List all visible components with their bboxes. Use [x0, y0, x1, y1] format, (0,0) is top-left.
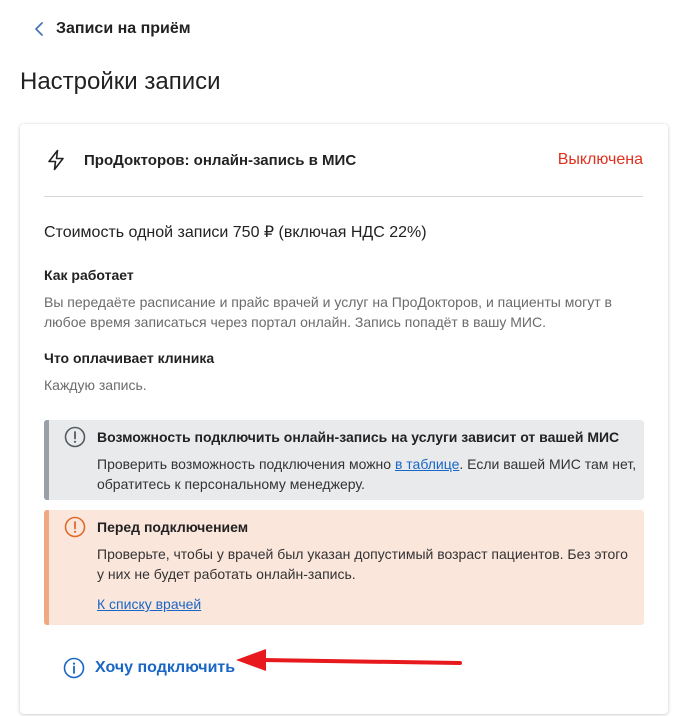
lightning-icon	[48, 149, 64, 171]
card-header: ПроДокторов: онлайн-запись в МИС Выключе…	[44, 148, 643, 172]
back-link[interactable]: Записи на приём	[34, 20, 191, 38]
connect-button[interactable]: Хочу подключить	[63, 657, 235, 679]
how-it-works-heading: Как работает	[44, 267, 134, 283]
chevron-left-icon	[35, 22, 43, 36]
before-connect-text: Проверьте, чтобы у врачей был указан доп…	[97, 546, 628, 582]
exclamation-circle-icon	[64, 516, 86, 538]
table-link[interactable]: в таблице	[395, 456, 459, 472]
mis-alert-text-before: Проверить возможность подключения можно	[97, 456, 395, 472]
mis-alert-title: Возможность подключить онлайн-запись на …	[97, 429, 620, 445]
info-circle-icon	[63, 657, 85, 679]
mis-alert: Возможность подключить онлайн-запись на …	[44, 420, 644, 500]
mis-alert-text: Проверить возможность подключения можно …	[97, 454, 637, 494]
before-connect-title: Перед подключением	[97, 519, 249, 535]
payment-heading: Что оплачивает клиника	[44, 350, 215, 366]
page-title: Настройки записи	[20, 68, 221, 95]
payment-text: Каждую запись.	[44, 377, 147, 393]
how-it-works-text: Вы передаёте расписание и прайс врачей и…	[44, 294, 612, 330]
before-connect-alert: Перед подключением Проверьте, чтобы у вр…	[44, 510, 644, 625]
exclamation-circle-icon	[64, 426, 86, 448]
doctors-list-link[interactable]: К списку врачей	[97, 596, 201, 612]
integration-card: ПроДокторов: онлайн-запись в МИС Выключе…	[20, 124, 668, 714]
card-title: ПроДокторов: онлайн-запись в МИС	[84, 151, 357, 169]
status-badge: Выключена	[557, 151, 643, 168]
connect-button-label: Хочу подключить	[95, 659, 236, 676]
divider	[44, 196, 643, 197]
price-text: Стоимость одной записи 750 ₽ (включая НД…	[44, 224, 427, 241]
back-link-label: Записи на приём	[56, 20, 191, 37]
